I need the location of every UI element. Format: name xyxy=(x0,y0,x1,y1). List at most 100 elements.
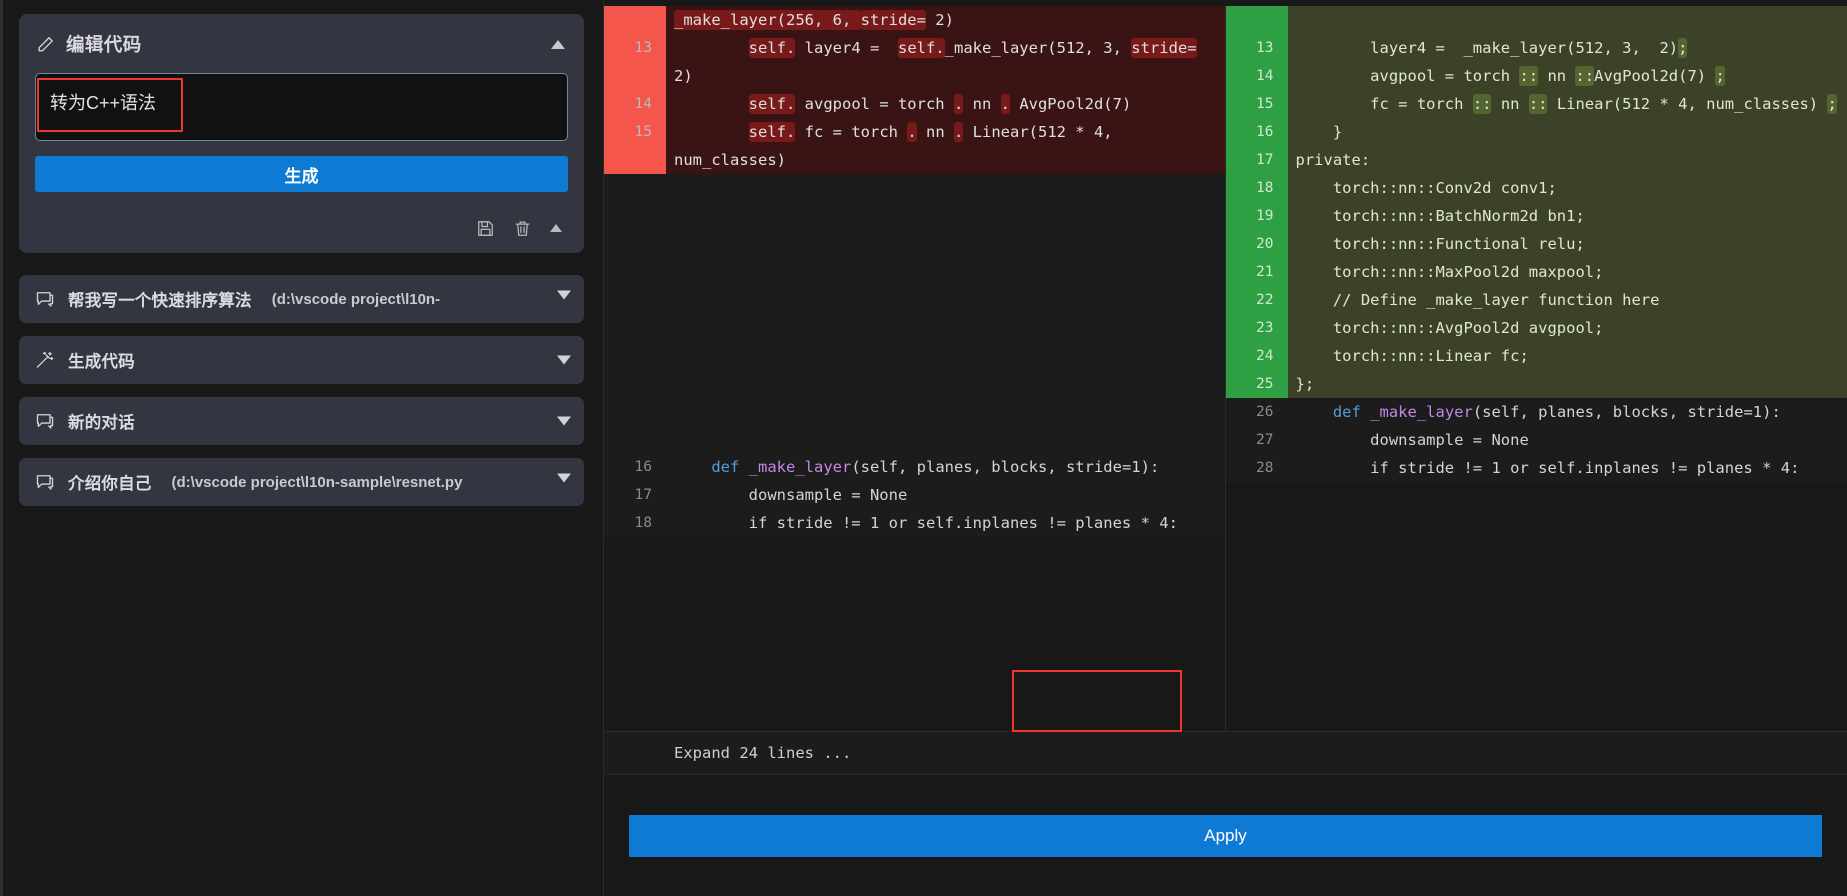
line-number: 17 xyxy=(604,481,666,509)
line-number: 20 xyxy=(1226,230,1288,258)
edit-code-header: 编辑代码 xyxy=(36,31,568,57)
line-number: 18 xyxy=(604,509,666,537)
line-code: torch::nn::Conv2d conv1; xyxy=(1288,174,1847,202)
line-code: def _make_layer(self, planes, blocks, st… xyxy=(666,453,1225,481)
conversation-label: 帮我写一个快速排序算法 xyxy=(68,287,252,311)
line-number: 15 xyxy=(1226,90,1288,118)
line-number: 17 xyxy=(1226,146,1288,174)
diff-line: 14 self. avgpool = torch . nn . AvgPool2… xyxy=(604,90,1225,118)
diff-line: 20 torch::nn::Functional relu; xyxy=(1226,230,1847,258)
expand-lines-button[interactable]: Expand 24 lines ... xyxy=(604,731,1847,775)
conversation-item-0[interactable]: 帮我写一个快速排序算法 (d:\vscode project\l10n- xyxy=(19,275,584,323)
diff-line: 17 downsample = None xyxy=(604,481,1225,509)
line-number: 19 xyxy=(1226,202,1288,230)
diff-line: 15 self. fc = torch . nn . Linear(512 * … xyxy=(604,118,1225,174)
diff-line: 27 downsample = None xyxy=(1226,426,1847,454)
magic-wand-icon xyxy=(35,350,55,370)
caret-down-icon[interactable] xyxy=(557,474,571,483)
caret-down-icon[interactable] xyxy=(557,356,571,365)
diff-line: 13 layer4 = _make_layer(512, 3, 2); xyxy=(1226,34,1847,62)
diff-line: 13 self. layer4 = self._make_layer(512, … xyxy=(604,34,1225,90)
line-code: // Define _make_layer function here xyxy=(1288,286,1847,314)
diff-block-removed: _make_layer(256, 6, stride= 2) 13 self. … xyxy=(604,6,1225,174)
diff-block-context: 16 def _make_layer(self, planes, blocks,… xyxy=(604,174,1225,537)
line-number: 26 xyxy=(1226,398,1288,426)
line-code: if stride != 1 or self.inplanes != plane… xyxy=(1288,454,1847,482)
chat-bubble-icon xyxy=(35,411,55,431)
line-code: fc = torch :: nn :: Linear(512 * 4, num_… xyxy=(1288,90,1847,118)
line-number: 27 xyxy=(1226,426,1288,454)
line-number: 14 xyxy=(604,90,666,118)
line-number: 23 xyxy=(1226,314,1288,342)
line-number: 25 xyxy=(1226,370,1288,398)
edit-code-panel: 编辑代码 转为C++语法 生成 xyxy=(19,14,584,253)
prompt-input[interactable]: 转为C++语法 xyxy=(35,73,568,141)
line-code: avgpool = torch :: nn ::AvgPool2d(7) ; xyxy=(1288,62,1847,90)
conversation-item-2[interactable]: 新的对话 xyxy=(19,397,584,445)
save-icon[interactable] xyxy=(476,219,495,238)
line-number: 16 xyxy=(604,453,666,481)
line-code: self. avgpool = torch . nn . AvgPool2d(7… xyxy=(666,90,1225,118)
line-code: self. fc = torch . nn . Linear(512 * 4, … xyxy=(666,118,1225,174)
diff-viewer: _make_layer(256, 6, stride= 2) 13 self. … xyxy=(604,0,1847,896)
chat-bubble-icon xyxy=(35,472,55,492)
caret-down-icon[interactable] xyxy=(557,417,571,426)
line-code: private: xyxy=(1288,146,1847,174)
line-code: torch::nn::BatchNorm2d bn1; xyxy=(1288,202,1847,230)
diff-line: 28 if stride != 1 or self.inplanes != pl… xyxy=(1226,454,1847,482)
prompt-input-value: 转为C++语法 xyxy=(50,89,156,115)
edit-code-toolbar xyxy=(35,215,568,241)
diff-line: 17 private: xyxy=(1226,146,1847,174)
line-code: self. layer4 = self._make_layer(512, 3, … xyxy=(666,34,1225,90)
diff-block-added: 13 layer4 = _make_layer(512, 3, 2); 14 a… xyxy=(1226,6,1847,398)
conversation-path: (d:\vscode project\l10n-sample\resnet.py xyxy=(172,474,463,491)
chat-bubble-icon xyxy=(35,289,55,309)
conversation-label: 新的对话 xyxy=(68,409,135,433)
line-code: torch::nn::Functional relu; xyxy=(1288,230,1847,258)
diff-line: 18 torch::nn::Conv2d conv1; xyxy=(1226,174,1847,202)
line-code: _make_layer(256, 6, stride= 2) xyxy=(666,6,1225,34)
line-code: torch::nn::Linear fc; xyxy=(1288,342,1847,370)
trash-icon[interactable] xyxy=(513,219,532,238)
diff-line: 25 }; xyxy=(1226,370,1847,398)
diff-line: 22 // Define _make_layer function here xyxy=(1226,286,1847,314)
line-number: 13 xyxy=(1226,34,1288,62)
line-code: layer4 = _make_layer(512, 3, 2); xyxy=(1288,34,1847,62)
diff-line: 21 torch::nn::MaxPool2d maxpool; xyxy=(1226,258,1847,286)
caret-up-icon[interactable] xyxy=(550,224,562,232)
caret-up-icon[interactable] xyxy=(551,40,565,49)
conversation-item-3[interactable]: 介绍你自己 (d:\vscode project\l10n-sample\res… xyxy=(19,458,584,506)
line-number: 28 xyxy=(1226,454,1288,482)
diff-line: 16 } xyxy=(1226,118,1847,146)
line-number: 13 xyxy=(604,34,666,62)
diff-line: _make_layer(256, 6, stride= 2) xyxy=(604,6,1225,34)
line-code xyxy=(1288,6,1847,34)
line-code: if stride != 1 or self.inplanes != plane… xyxy=(666,509,1225,537)
line-code: downsample = None xyxy=(666,481,1225,509)
diff-line: 18 if stride != 1 or self.inplanes != pl… xyxy=(604,509,1225,537)
line-code: }; xyxy=(1288,370,1847,398)
edit-code-title: 编辑代码 xyxy=(66,31,142,57)
diff-line: 26 def _make_layer(self, planes, blocks,… xyxy=(1226,398,1847,426)
line-code: def _make_layer(self, planes, blocks, st… xyxy=(1288,398,1847,426)
line-number: 21 xyxy=(1226,258,1288,286)
apply-button[interactable]: Apply xyxy=(629,815,1822,857)
generate-button[interactable]: 生成 xyxy=(35,156,568,192)
caret-down-icon[interactable] xyxy=(557,291,571,300)
line-code: } xyxy=(1288,118,1847,146)
line-number: 18 xyxy=(1226,174,1288,202)
diff-block-context: 26 def _make_layer(self, planes, blocks,… xyxy=(1226,398,1847,482)
diff-line: 14 avgpool = torch :: nn ::AvgPool2d(7) … xyxy=(1226,62,1847,90)
diff-line: 15 fc = torch :: nn :: Linear(512 * 4, n… xyxy=(1226,90,1847,118)
conversation-item-1[interactable]: 生成代码 xyxy=(19,336,584,384)
conversation-label: 生成代码 xyxy=(68,348,135,372)
line-code: torch::nn::MaxPool2d maxpool; xyxy=(1288,258,1847,286)
diff-body: _make_layer(256, 6, stride= 2) 13 self. … xyxy=(604,6,1847,731)
diff-line: 16 def _make_layer(self, planes, blocks,… xyxy=(604,453,1225,481)
line-number: 22 xyxy=(1226,286,1288,314)
diff-footer: Apply xyxy=(604,775,1847,896)
diff-line: 23 torch::nn::AvgPool2d avgpool; xyxy=(1226,314,1847,342)
conversation-path: (d:\vscode project\l10n- xyxy=(272,291,440,308)
line-number: 14 xyxy=(1226,62,1288,90)
line-number: 24 xyxy=(1226,342,1288,370)
